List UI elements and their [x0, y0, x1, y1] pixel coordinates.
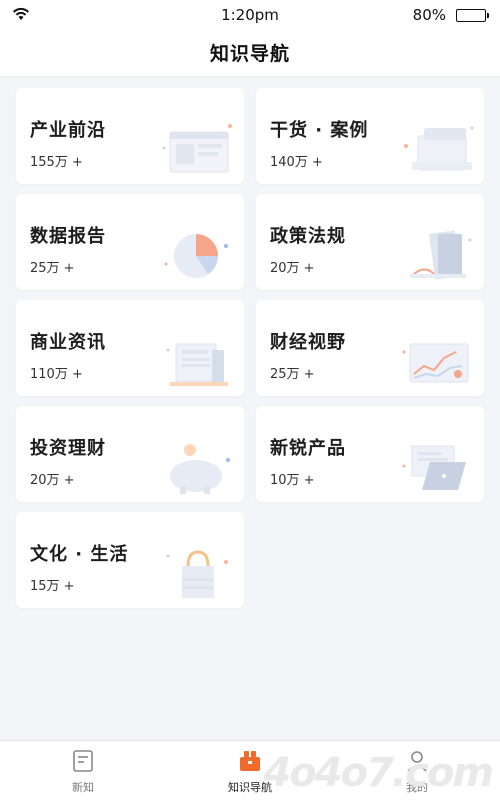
browser-window-icon	[162, 124, 232, 173]
tab-label: 新知	[72, 781, 94, 794]
category-count: 25万 +	[270, 367, 315, 382]
books-icon	[410, 230, 472, 280]
pie-chart-icon	[164, 234, 228, 278]
shopping-bag-icon	[166, 550, 228, 598]
category-name: 新锐产品	[270, 438, 346, 459]
category-count: 140万 +	[270, 155, 323, 170]
tab-news[interactable]: 新知	[0, 741, 166, 801]
category-count: 20万 +	[270, 261, 315, 276]
category-card-industry[interactable]: 产业前沿 155万 +	[16, 88, 244, 184]
category-name: 产业前沿	[30, 120, 106, 141]
category-card-finance-view[interactable]: 财经视野 25万 +	[256, 300, 484, 396]
category-card-investment[interactable]: 投资理财 20万 +	[16, 406, 244, 502]
category-count: 25万 +	[30, 261, 75, 276]
category-name: 财经视野	[270, 332, 346, 353]
trend-chart-icon	[402, 343, 469, 383]
briefcase-icon	[240, 751, 260, 771]
category-card-new-products[interactable]: 新锐产品 10万 +	[256, 406, 484, 502]
category-count: 110万 +	[30, 367, 83, 382]
category-name: 干货 · 案例	[270, 120, 369, 141]
newspaper-icon	[166, 343, 228, 386]
battery-icon	[456, 9, 489, 22]
status-bar: 1:20pm 80%	[0, 0, 500, 30]
category-name: 商业资讯	[30, 332, 106, 353]
category-count: 155万 +	[30, 155, 83, 170]
category-card-business-news[interactable]: 商业资讯 110万 +	[16, 300, 244, 396]
category-card-cases[interactable]: 干货 · 案例 140万 +	[256, 88, 484, 184]
category-count: 15万 +	[30, 579, 75, 594]
nav-bar: 知识导航	[0, 30, 500, 77]
note-icon	[73, 750, 93, 772]
piggy-bank-icon	[170, 444, 230, 494]
category-name: 政策法规	[270, 226, 346, 247]
document-stack-icon	[404, 126, 474, 171]
category-count: 20万 +	[30, 473, 75, 488]
watermark-logo: 4o4o7.com	[263, 750, 494, 796]
laptop-icon	[402, 445, 466, 490]
page-title: 知识导航	[209, 43, 290, 65]
category-name: 数据报告	[30, 226, 106, 247]
category-name: 投资理财	[30, 438, 106, 459]
category-card-culture-life[interactable]: 文化 · 生活 15万 +	[16, 512, 244, 608]
category-card-policy[interactable]: 政策法规 20万 +	[256, 194, 484, 290]
category-count: 10万 +	[270, 473, 315, 488]
battery-percent: 80%	[412, 6, 446, 24]
category-name: 文化 · 生活	[30, 544, 129, 565]
category-card-reports[interactable]: 数据报告 25万 +	[16, 194, 244, 290]
